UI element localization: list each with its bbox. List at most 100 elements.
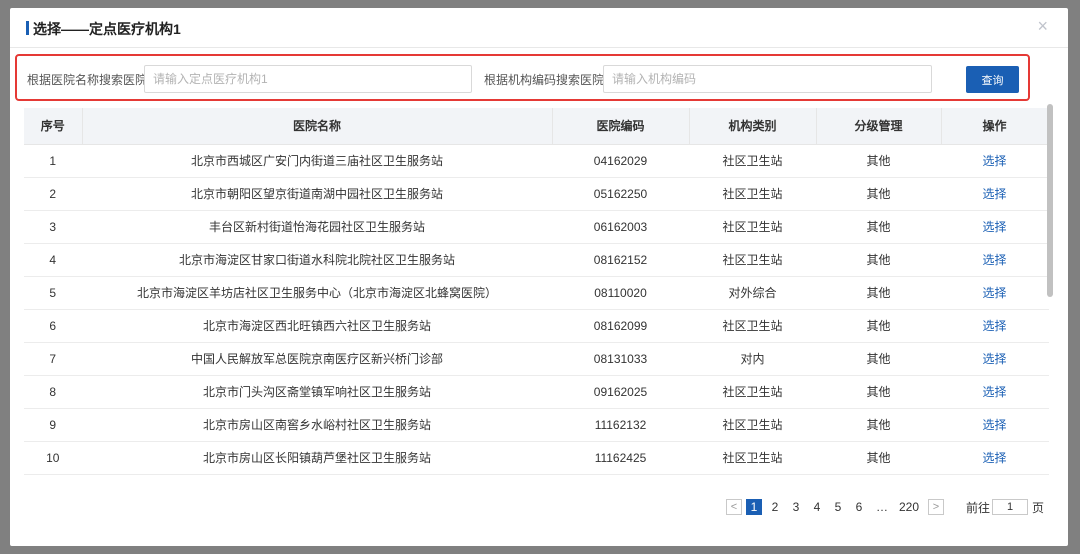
- page-2-link[interactable]: 2: [766, 500, 784, 514]
- hospital-code-cell: 04162029: [552, 144, 689, 178]
- close-icon[interactable]: ×: [1037, 16, 1048, 37]
- select-institution-dialog: 选择——定点医疗机构1 × 根据医院名称搜索医院 根据机构编码搜索医院 查询 序…: [10, 8, 1068, 546]
- select-link[interactable]: 选择: [941, 144, 1048, 178]
- table-row: 7 中国人民解放军总医院京南医疗区新兴桥门诊部 08131033 对内 其他 选择: [24, 342, 1048, 376]
- select-link[interactable]: 选择: [941, 276, 1048, 310]
- institution-type-cell: 社区卫生站: [689, 309, 816, 343]
- grade-management-cell: 其他: [816, 441, 941, 475]
- institution-type-cell: 社区卫生站: [689, 177, 816, 211]
- next-page-button[interactable]: >: [928, 499, 944, 515]
- column-header-no: 序号: [24, 108, 83, 145]
- row-index: 7: [24, 342, 82, 376]
- hospital-table: 序号 医院名称 医院编码 机构类别 分级管理 操作 1 北京市西城区广安门内街道三…: [24, 108, 1049, 475]
- page-1-current[interactable]: 1: [746, 499, 762, 515]
- row-index: 5: [24, 276, 82, 310]
- row-index: 8: [24, 375, 82, 409]
- row-index: 9: [24, 408, 82, 442]
- table-row: 4 北京市海淀区甘家口街道水科院北院社区卫生服务站 08162152 社区卫生站 其他选…: [24, 243, 1048, 277]
- select-link[interactable]: 选择: [941, 441, 1048, 475]
- hospital-code-cell: 08110020: [552, 276, 689, 310]
- table-row: 6 北京市海淀区西北旺镇西六社区卫生服务站 08162099 社区卫生站 其他 选择: [24, 309, 1048, 343]
- hospital-code-cell: 11162132: [552, 408, 689, 442]
- hospital-name-cell: 北京市海淀区甘家口街道水科院北院社区卫生服务站: [82, 243, 552, 277]
- select-link[interactable]: 选择: [941, 342, 1048, 376]
- more-pages-ellipsis[interactable]: …: [872, 500, 892, 514]
- page-5-link[interactable]: 5: [829, 500, 847, 514]
- institution-type-cell: 社区卫生站: [689, 375, 816, 409]
- hospital-code-cell: 08131033: [552, 342, 689, 376]
- last-page-link[interactable]: 220: [896, 500, 922, 514]
- select-link[interactable]: 选择: [941, 375, 1048, 409]
- query-button[interactable]: 查询: [966, 66, 1019, 93]
- goto-label: 前往: [966, 501, 991, 515]
- table-row: 1 北京市西城区广安门内街道三庙社区卫生服务站 04162029 社区卫生站 其他 选择: [24, 144, 1048, 178]
- row-index: 4: [24, 243, 82, 277]
- hospital-name-cell: 北京市西城区广安门内街道三庙社区卫生服务站: [82, 144, 552, 178]
- hospital-name-cell: 北京市海淀区西北旺镇西六社区卫生服务站: [82, 309, 552, 343]
- row-index: 6: [24, 309, 82, 343]
- select-link[interactable]: 选择: [941, 309, 1048, 343]
- hospital-name-cell: 北京市房山区南窖乡水峪村社区卫生服务站: [82, 408, 552, 442]
- grade-management-cell: 其他: [816, 243, 941, 277]
- page-6-link[interactable]: 6: [850, 500, 868, 514]
- title-accent-bar: [26, 21, 29, 35]
- search-panel: 根据医院名称搜索医院 根据机构编码搜索医院 查询: [15, 54, 1030, 101]
- goto-page-input[interactable]: [992, 499, 1028, 515]
- hospital-code-cell: 08162099: [552, 309, 689, 343]
- page-suffix-label: 页: [1032, 501, 1045, 515]
- institution-type-cell: 社区卫生站: [689, 441, 816, 475]
- column-header-type: 机构类别: [689, 108, 817, 145]
- hospital-code-cell: 08162152: [552, 243, 689, 277]
- grade-management-cell: 其他: [816, 210, 941, 244]
- hospital-name-search-label: 根据医院名称搜索医院: [27, 73, 148, 87]
- hospital-code-cell: 05162250: [552, 177, 689, 211]
- grade-management-cell: 其他: [816, 342, 941, 376]
- table-row: 2 北京市朝阳区望京街道南湖中园社区卫生服务站 05162250 社区卫生站 其他 选择: [24, 177, 1048, 211]
- table-row: 8 北京市门头沟区斋堂镇军响社区卫生服务站 09162025 社区卫生站 其他 选择: [24, 375, 1048, 409]
- hospital-name-cell: 中国人民解放军总医院京南医疗区新兴桥门诊部: [82, 342, 552, 376]
- hospital-name-cell: 北京市门头沟区斋堂镇军响社区卫生服务站: [82, 375, 552, 409]
- hospital-name-cell: 丰台区新村街道怡海花园社区卫生服务站: [82, 210, 552, 244]
- hospital-name-cell: 北京市朝阳区望京街道南湖中园社区卫生服务站: [82, 177, 552, 211]
- column-header-action: 操作: [941, 108, 1049, 145]
- hospital-code-cell: 06162003: [552, 210, 689, 244]
- institution-code-search-label: 根据机构编码搜索医院: [484, 73, 605, 87]
- select-link[interactable]: 选择: [941, 177, 1048, 211]
- hospital-code-cell: 11162425: [552, 441, 689, 475]
- hospital-name-cell: 北京市海淀区羊坊店社区卫生服务中心（北京市海淀区北蜂窝医院）: [82, 276, 552, 310]
- grade-management-cell: 其他: [816, 276, 941, 310]
- hospital-code-cell: 09162025: [552, 375, 689, 409]
- dialog-title: 选择——定点医疗机构1: [33, 21, 181, 37]
- select-link[interactable]: 选择: [941, 408, 1048, 442]
- institution-type-cell: 社区卫生站: [689, 243, 816, 277]
- column-header-name: 医院名称: [82, 108, 553, 145]
- institution-type-cell: 社区卫生站: [689, 144, 816, 178]
- institution-type-cell: 社区卫生站: [689, 210, 816, 244]
- column-header-level: 分级管理: [816, 108, 942, 145]
- table-row: 9 北京市房山区南窖乡水峪村社区卫生服务站 11162132 社区卫生站 其他 选择: [24, 408, 1048, 442]
- table-row: 5 北京市海淀区羊坊店社区卫生服务中心（北京市海淀区北蜂窝医院） 08110020 对…: [24, 276, 1048, 310]
- prev-page-button[interactable]: <: [726, 499, 742, 515]
- page-3-link[interactable]: 3: [787, 500, 805, 514]
- institution-type-cell: 对外综合: [689, 276, 816, 310]
- dialog-header: 选择——定点医疗机构1 ×: [10, 8, 1068, 48]
- hospital-name-search-input[interactable]: [144, 65, 472, 93]
- row-index: 3: [24, 210, 82, 244]
- table-scrollbar[interactable]: [1047, 104, 1053, 297]
- institution-code-search-input[interactable]: [603, 65, 932, 93]
- table-row: 10 北京市房山区长阳镇葫芦堡社区卫生服务站 11162425 社区卫生站 其他 选择: [24, 441, 1048, 475]
- hospital-table-container: 序号 医院名称 医院编码 机构类别 分级管理 操作 1 北京市西城区广安门内街道三…: [24, 108, 1058, 478]
- select-link[interactable]: 选择: [941, 210, 1048, 244]
- table-row: 3 丰台区新村街道怡海花园社区卫生服务站 06162003 社区卫生站 其他 选择: [24, 210, 1048, 244]
- grade-management-cell: 其他: [816, 309, 941, 343]
- row-index: 10: [24, 441, 82, 475]
- grade-management-cell: 其他: [816, 177, 941, 211]
- institution-type-cell: 对内: [689, 342, 816, 376]
- table-header-row: 序号 医院名称 医院编码 机构类别 分级管理 操作: [24, 108, 1049, 145]
- page-4-link[interactable]: 4: [808, 500, 826, 514]
- row-index: 2: [24, 177, 82, 211]
- select-link[interactable]: 选择: [941, 243, 1048, 277]
- column-header-code: 医院编码: [552, 108, 690, 145]
- row-index: 1: [24, 144, 82, 178]
- grade-management-cell: 其他: [816, 144, 941, 178]
